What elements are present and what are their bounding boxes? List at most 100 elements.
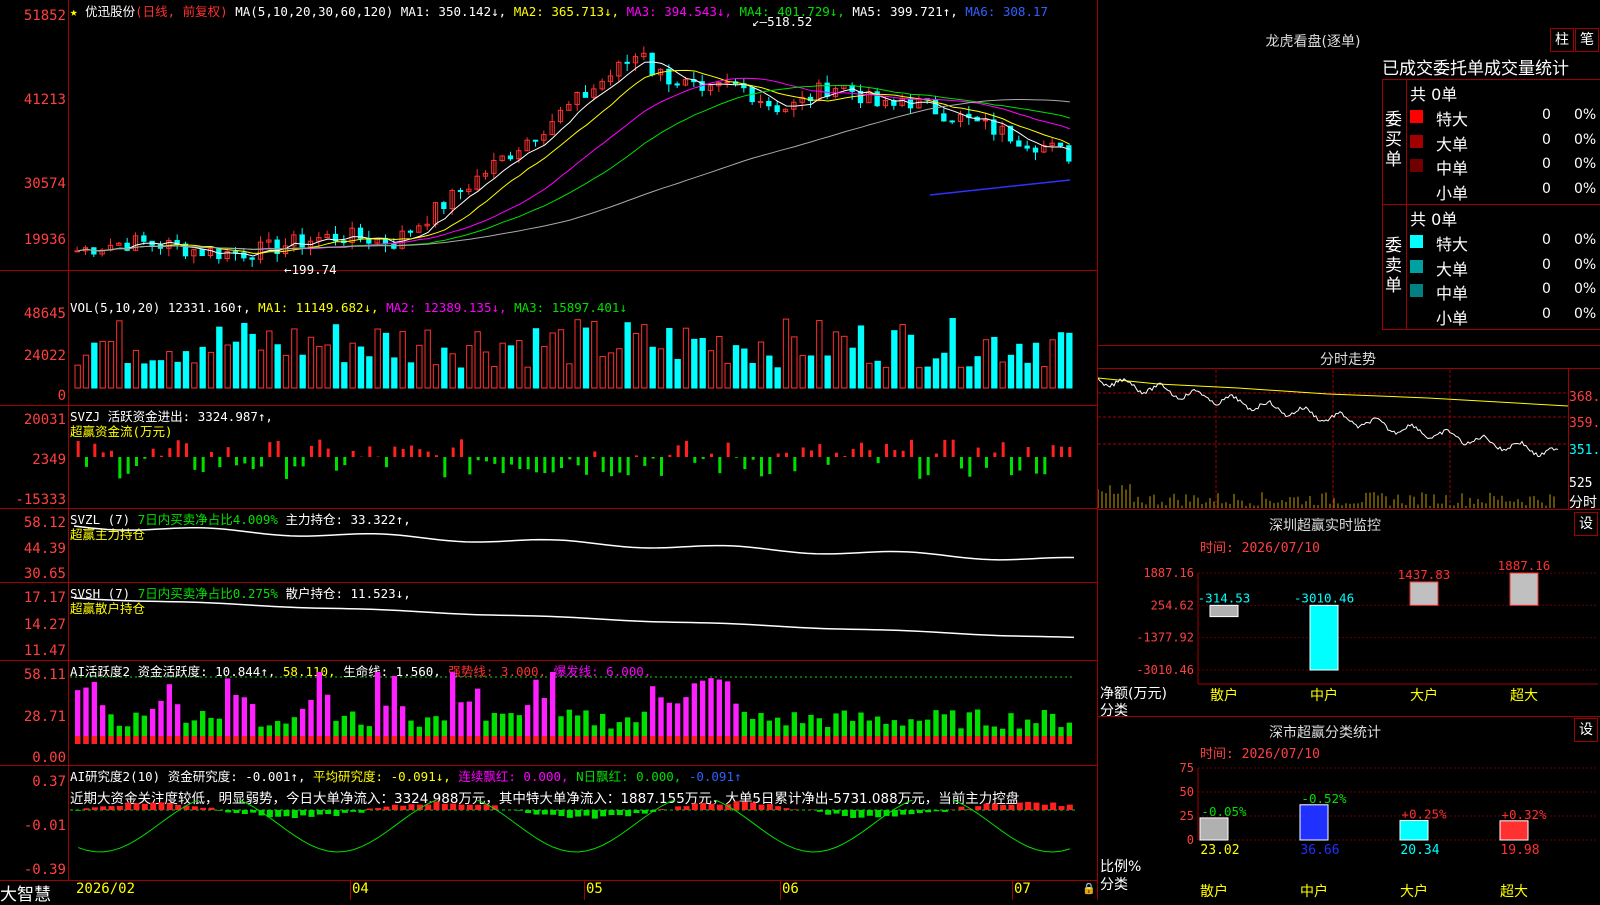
intraday-chart[interactable] [1098,370,1568,508]
research-bar [334,810,340,816]
activity-bar [725,681,730,744]
monitor-settings-button[interactable]: 设 [1574,512,1598,536]
volume-chart[interactable] [70,318,1097,404]
research-bar [467,805,473,810]
research-bar [609,810,615,815]
monitor-axis-label: -3010.46 [1136,663,1194,677]
flow-bar [918,457,921,479]
sell-total: 共 0单 [1410,206,1457,230]
volume-bar [842,336,847,388]
volume-bar [142,364,147,388]
flow-bar [752,457,755,460]
activity-bar [375,672,380,744]
activity-base [417,736,422,744]
volume-bar [167,352,172,388]
activity-base [108,736,113,744]
activity-base [1050,736,1055,744]
flow-bar [760,457,763,476]
monitor-category-label: 超大 [1510,688,1538,704]
tick-view-button[interactable]: 笔 [1575,28,1599,52]
volume-bar [875,361,880,388]
activity-bar [533,680,538,744]
volume-bar [808,356,813,388]
volume-bar [483,352,488,388]
classify-bar-chart[interactable]: 7550250-0.05%23.02散户-0.52%36.66中户+0.25%2… [1098,758,1600,900]
buy-side-label: 委买单 [1385,110,1405,170]
research-bar [867,810,873,816]
volume-bar [750,363,755,388]
svzj-chart[interactable] [70,415,1097,507]
flow-bar [827,457,830,465]
research-bar [900,810,906,815]
candlestick-chart[interactable] [70,20,1097,270]
activity-base [775,736,780,744]
flow-bar [877,457,880,463]
flow-bar [960,457,963,468]
ai-activity-chart[interactable] [70,672,1097,764]
activity-base [317,736,322,744]
volume-bar [892,331,897,388]
classify-bar [1400,820,1428,840]
candle-body [992,120,996,134]
flow-bar [727,443,730,457]
candle-body [775,106,779,112]
intraday-vol-label: 525 [1569,476,1592,491]
volume-bar [358,347,363,388]
row-percent: 0% [1574,232,1596,248]
flow-bar [1060,447,1063,457]
ai1-axis-label: 0.00 [0,750,66,766]
classify-axis-label: 0 [1187,833,1194,847]
volume-bar [733,346,738,388]
research-bar [717,805,723,810]
volume-bar [108,342,113,388]
monitor-bar-chart[interactable]: 1887.16254.62-1377.92-3010.46-314.53散户-3… [1098,558,1600,718]
activity-base [350,736,355,744]
research-bar [325,810,331,814]
research-bar [559,810,565,816]
lock-icon[interactable]: 🔒 [1082,882,1096,895]
flow-bar [860,443,863,457]
bar-view-button[interactable]: 柱 [1550,28,1574,52]
volume-bar [317,346,322,388]
svsh-chart[interactable] [70,592,1097,660]
volume-bar [250,334,255,388]
research-bar [750,802,756,810]
research-bar [942,810,948,812]
flow-bar [302,457,305,466]
flow-bar [560,457,563,468]
activity-base [75,736,80,744]
ai-research-chart[interactable] [70,800,1097,880]
flow-bar [535,457,538,472]
classify-settings-button[interactable]: 设 [1574,718,1598,742]
flow-bar [510,457,513,465]
classify-change-label: +0.25% [1401,806,1447,821]
volume-bar [375,329,380,388]
tab-stats[interactable]: 统计 [1535,59,1569,78]
classify-change-label: -0.05% [1201,804,1247,819]
color-swatch [1410,135,1423,148]
tab-volume[interactable]: 成交量 [1484,59,1535,78]
tab-orders[interactable]: 委托单 [1433,59,1484,78]
volume-bar [333,325,338,388]
ai1-axis-label: 28.71 [0,709,66,725]
holding-line [74,526,1074,560]
volume-bar [242,323,247,388]
flow-bar [260,457,263,467]
research-bar [759,805,765,810]
classify-title: 深市超赢分类统计 [1098,722,1552,742]
app-name[interactable]: 大智慧 [0,880,68,900]
svzl-chart[interactable] [70,518,1097,582]
period-label[interactable]: (日线, 前复权) [135,4,228,19]
activity-base [233,736,238,744]
volume-bar [558,330,563,388]
tab-traded[interactable]: 已成交 [1382,59,1433,78]
flow-bar [102,452,105,457]
flow-bar [885,444,888,457]
stock-name[interactable]: 优迅股份 [85,4,135,19]
flow-bar [160,456,163,457]
flow-bar [135,457,138,466]
flow-bar [643,457,646,466]
activity-base [492,736,497,744]
candle-body [850,85,854,91]
flow-bar [652,457,655,459]
